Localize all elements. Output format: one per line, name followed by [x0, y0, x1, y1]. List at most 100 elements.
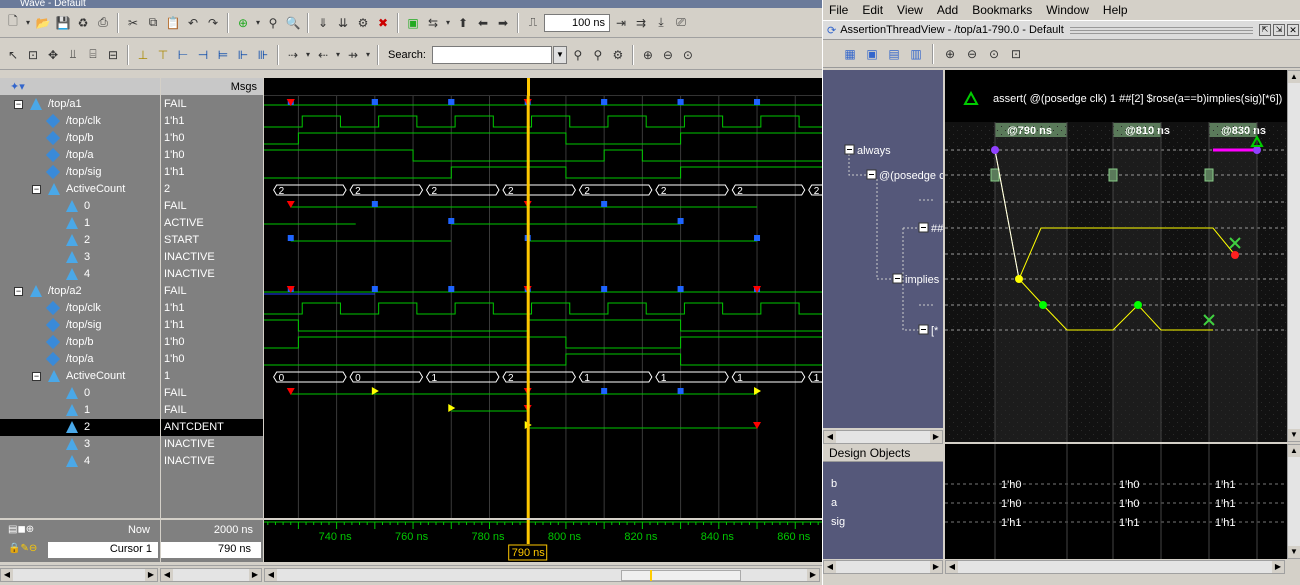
- dropdown-icon[interactable]: ▾: [304, 46, 312, 64]
- zoom-out-icon[interactable]: ⊖: [659, 46, 677, 64]
- run-length-icon[interactable]: ⎍: [524, 14, 542, 32]
- signal-row[interactable]: 1: [0, 215, 160, 232]
- thread-icon[interactable]: ▥: [907, 45, 925, 63]
- zoom-region-icon[interactable]: ⊡: [1007, 45, 1025, 63]
- step-icon[interactable]: ⇆: [424, 14, 442, 32]
- waveform-scrollbar[interactable]: ◀ ▶: [264, 568, 820, 582]
- dropdown-icon[interactable]: ▾: [24, 14, 32, 32]
- start-marker[interactable]: [601, 99, 608, 105]
- zoom-mode-icon[interactable]: ⊡: [24, 46, 42, 64]
- menu-view[interactable]: View: [897, 3, 923, 17]
- edge-prev-icon[interactable]: ⊥: [134, 46, 152, 64]
- atv-graph-pane[interactable]: assert( @(posedge clk) 1 ##[2] $rose(a==…: [945, 70, 1300, 442]
- scroll-right-icon[interactable]: ▶: [1272, 561, 1284, 573]
- continue-icon[interactable]: ⇉: [632, 14, 650, 32]
- scroll-left-icon[interactable]: ◀: [946, 561, 958, 573]
- scroll-right-icon[interactable]: ▶: [807, 569, 819, 581]
- scroll-up-icon[interactable]: ▲: [1288, 71, 1300, 83]
- scroll-left-icon[interactable]: ◀: [1, 569, 13, 581]
- print-icon[interactable]: ⎙: [94, 14, 112, 32]
- menu-window[interactable]: Window: [1046, 3, 1089, 17]
- signal-row[interactable]: 4: [0, 453, 160, 470]
- cursor-name-field[interactable]: Cursor 1: [48, 542, 158, 558]
- edge-next-icon[interactable]: ⊤: [154, 46, 172, 64]
- thread-start-node[interactable]: [991, 146, 999, 154]
- run-all-icon[interactable]: ⤓: [652, 14, 670, 32]
- scroll-left-icon[interactable]: ◀: [265, 569, 277, 581]
- signal-value[interactable]: FAIL: [161, 385, 263, 402]
- pulse2-icon[interactable]: ⊪: [254, 46, 272, 64]
- right-arrow-icon[interactable]: ➡: [494, 14, 512, 32]
- signal-value[interactable]: 1: [161, 368, 263, 385]
- start-marker[interactable]: [601, 286, 608, 292]
- start-marker[interactable]: [754, 99, 761, 105]
- implies-node[interactable]: [1015, 275, 1023, 283]
- up-arrow-icon[interactable]: ⬆: [454, 14, 472, 32]
- paste-icon[interactable]: 📋: [164, 14, 182, 32]
- signal-row[interactable]: /top/clk: [0, 300, 160, 317]
- filter-icon[interactable]: ▤: [885, 45, 903, 63]
- select-pointer-icon[interactable]: ↖: [4, 46, 22, 64]
- scroll-left-icon[interactable]: ◀: [161, 569, 173, 581]
- zoom-full-icon[interactable]: ⊙: [985, 45, 1003, 63]
- signal-value[interactable]: 1'h1: [161, 317, 263, 334]
- signal-row[interactable]: 3: [0, 436, 160, 453]
- menu-bookmarks[interactable]: Bookmarks: [972, 3, 1032, 17]
- dropdown-icon[interactable]: ▾: [254, 14, 262, 32]
- break-icon[interactable]: ✖: [374, 14, 392, 32]
- simulate-icon[interactable]: ⚙: [354, 14, 372, 32]
- signal-row[interactable]: 3: [0, 249, 160, 266]
- cursor-line[interactable]: [526, 520, 530, 544]
- signal-row[interactable]: 1: [0, 402, 160, 419]
- signal-value[interactable]: FAIL: [161, 283, 263, 300]
- signal-value[interactable]: 1'h0: [161, 130, 263, 147]
- menu-edit[interactable]: Edit: [862, 3, 883, 17]
- signal-row[interactable]: /top/b: [0, 130, 160, 147]
- signal-row[interactable]: 0: [0, 198, 160, 215]
- collapse-toggle-icon[interactable]: −: [14, 287, 23, 296]
- search-next-icon[interactable]: ⚲: [589, 46, 607, 64]
- tree-hscroll[interactable]: ◀ ▶: [823, 430, 943, 444]
- start-marker[interactable]: [601, 388, 608, 394]
- scroll-thumb[interactable]: [621, 570, 741, 581]
- tree-node-label[interactable]: implies: [905, 274, 940, 286]
- show-all-icon[interactable]: ▦: [841, 45, 859, 63]
- signal-value[interactable]: INACTIVE: [161, 249, 263, 266]
- waveform-canvas[interactable]: 2 2 2 2 2 2 2 20 0 1 2 1 1 1 1: [264, 96, 822, 518]
- scroll-right-icon[interactable]: ▶: [249, 569, 261, 581]
- scroll-right-icon[interactable]: ▶: [930, 431, 942, 443]
- save-icon[interactable]: 💾: [54, 14, 72, 32]
- delta-icon[interactable]: ⇸: [344, 46, 362, 64]
- scroll-down-icon[interactable]: ▼: [1288, 429, 1300, 441]
- signal-value[interactable]: 1'h1: [161, 164, 263, 181]
- layout-icon[interactable]: ▣: [404, 14, 422, 32]
- pass-node[interactable]: [1039, 301, 1047, 309]
- zoom-out-icon[interactable]: ⊖: [963, 45, 981, 63]
- scroll-right-icon[interactable]: ▶: [930, 561, 942, 573]
- close-icon[interactable]: ✕: [1287, 24, 1299, 36]
- dropdown-icon[interactable]: ▾: [364, 46, 372, 64]
- search-input[interactable]: [431, 45, 552, 64]
- edge-icon[interactable]: ⫫: [64, 46, 82, 64]
- signal-value[interactable]: ANTCDENT: [161, 419, 263, 436]
- collapse-toggle-icon[interactable]: −: [14, 100, 23, 109]
- signal-value[interactable]: 1'h0: [161, 147, 263, 164]
- signal-row[interactable]: /top/a: [0, 351, 160, 368]
- thread-node[interactable]: [1253, 146, 1261, 154]
- signal-value[interactable]: 1'h1: [161, 113, 263, 130]
- signal-row[interactable]: −/top/a2: [0, 283, 160, 300]
- insert-cursor-icon[interactable]: ⌸: [84, 46, 102, 64]
- cut-icon[interactable]: ✂: [124, 14, 142, 32]
- signal-value[interactable]: FAIL: [161, 198, 263, 215]
- left-arrow-icon[interactable]: ⬅: [474, 14, 492, 32]
- title-grip[interactable]: [1069, 26, 1253, 34]
- signal-row[interactable]: 4: [0, 266, 160, 283]
- signal-value[interactable]: INACTIVE: [161, 266, 263, 283]
- start-marker[interactable]: [754, 235, 761, 241]
- dv-hscroll[interactable]: ◀ ▶: [945, 560, 1285, 574]
- signal-row[interactable]: − ActiveCount: [0, 368, 160, 385]
- wave-hscroll[interactable]: ◀ ▶ ◀ ▶ ◀ ▶: [0, 565, 822, 585]
- signal-value[interactable]: 1'h0: [161, 351, 263, 368]
- collapse-toggle-icon[interactable]: −: [32, 372, 41, 381]
- start-marker[interactable]: [448, 286, 455, 292]
